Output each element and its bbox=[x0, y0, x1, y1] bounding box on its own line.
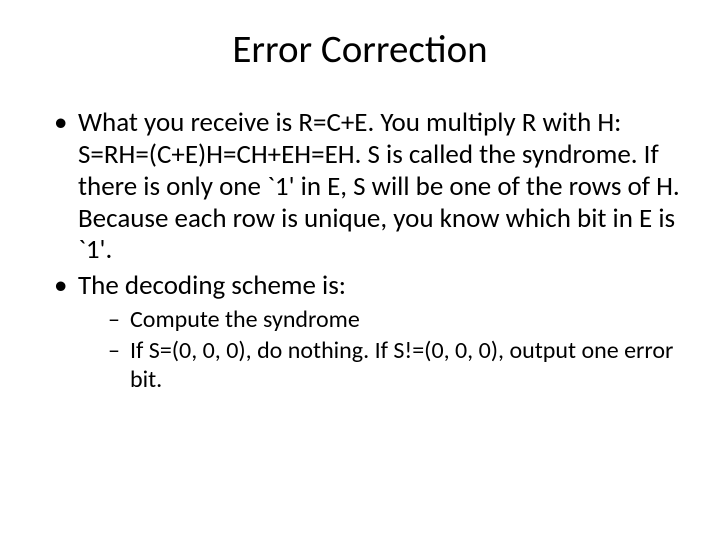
sub-bullet-text: Compute the syndrome bbox=[130, 305, 360, 334]
sub-bullet-item: If S=(0, 0, 0), do nothing. If S!=(0, 0,… bbox=[106, 337, 680, 395]
sub-bullet-item: Compute the syndrome bbox=[106, 306, 680, 335]
sub-bullet-text: If S=(0, 0, 0), do nothing. If S!=(0, 0,… bbox=[130, 336, 673, 394]
slide: Error Correction What you receive is R=C… bbox=[0, 0, 720, 540]
slide-title: Error Correction bbox=[40, 26, 680, 73]
bullet-item: The decoding scheme is: Compute the synd… bbox=[50, 270, 680, 394]
bullet-text: The decoding scheme is: bbox=[78, 269, 346, 302]
sub-bullet-list: Compute the syndrome If S=(0, 0, 0), do … bbox=[106, 306, 680, 394]
bullet-text: What you receive is R=C+E. You multiply … bbox=[78, 106, 680, 266]
bullet-list: What you receive is R=C+E. You multiply … bbox=[50, 107, 680, 395]
bullet-item: What you receive is R=C+E. You multiply … bbox=[50, 107, 680, 266]
